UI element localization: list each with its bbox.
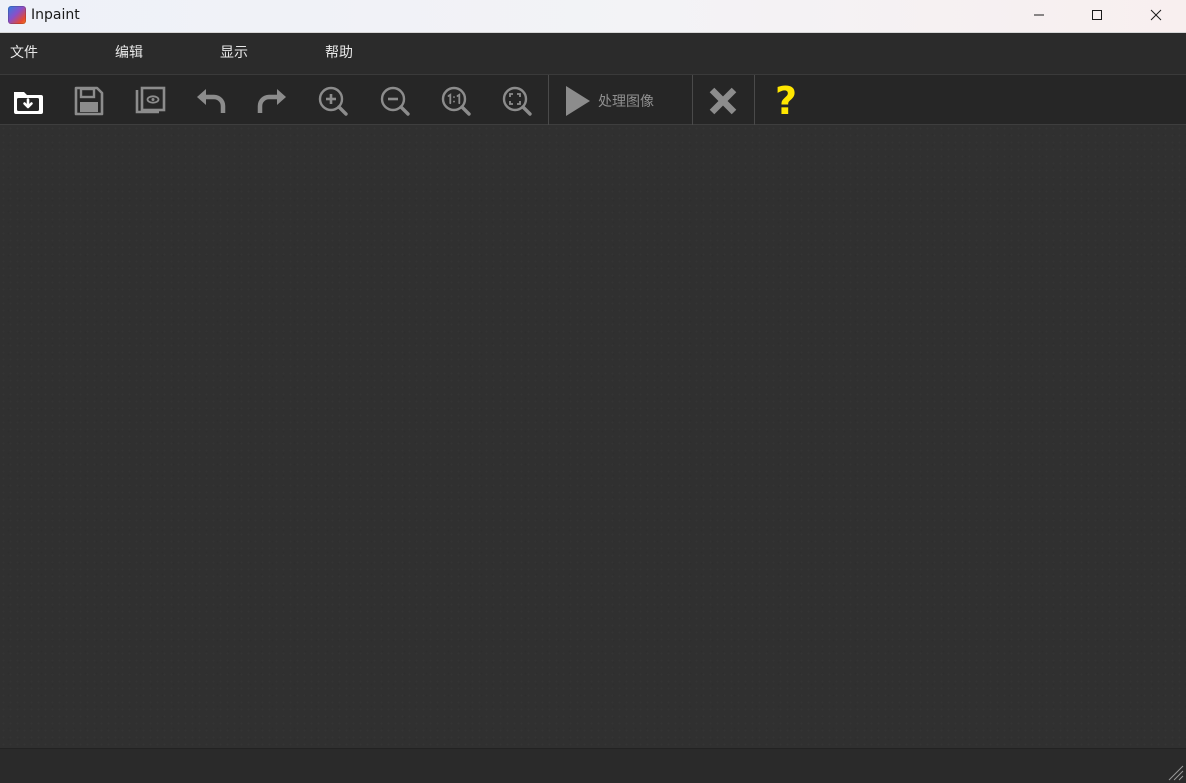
zoom-out-button[interactable]	[375, 81, 415, 121]
maximize-button[interactable]	[1067, 0, 1126, 30]
resize-grip-icon[interactable]	[1166, 763, 1184, 781]
help-button[interactable]: ?	[766, 81, 806, 121]
app-icon	[8, 6, 26, 24]
zoom-fit-icon	[502, 86, 532, 116]
process-image-label: 处理图像	[598, 94, 654, 110]
minimize-icon	[1033, 14, 1044, 16]
menu-bar: 文件 编辑 显示 帮助	[0, 33, 1186, 74]
minimize-button[interactable]	[1009, 0, 1068, 30]
window-title: Inpaint	[31, 7, 80, 23]
zoom-out-icon	[380, 86, 410, 116]
close-icon	[1150, 9, 1161, 21]
process-image-button[interactable]: 处理图像	[560, 81, 686, 121]
status-bar	[0, 748, 1186, 783]
cancel-button[interactable]	[703, 81, 743, 121]
undo-button[interactable]	[191, 81, 231, 121]
open-folder-icon	[14, 92, 43, 114]
zoom-1-1-icon	[441, 86, 471, 116]
close-button[interactable]	[1126, 0, 1185, 30]
image-canvas[interactable]	[0, 125, 1186, 748]
undo-icon	[197, 89, 226, 113]
toolbar-separator	[548, 75, 549, 125]
preview-icon	[135, 86, 166, 114]
maximize-icon	[1091, 10, 1102, 20]
redo-button[interactable]	[252, 81, 292, 121]
menu-file[interactable]: 文件	[10, 44, 38, 62]
menu-edit[interactable]: 编辑	[115, 44, 143, 62]
toolbar-separator	[754, 75, 755, 125]
app-window: Inpaint 文件 编辑 显示 帮助 处理图像 ?	[0, 0, 1186, 783]
zoom-in-button[interactable]	[313, 81, 353, 121]
preview-button[interactable]	[130, 81, 170, 121]
toolbar-separator	[692, 75, 693, 125]
toolbar: 处理图像 ?	[0, 74, 1186, 125]
title-bar[interactable]: Inpaint	[0, 0, 1186, 33]
zoom-actual-size-button[interactable]	[436, 81, 476, 121]
save-icon	[74, 86, 104, 116]
play-icon	[566, 86, 590, 116]
cancel-x-icon	[709, 87, 737, 115]
zoom-fit-button[interactable]	[497, 81, 537, 121]
help-question-icon: ?	[774, 79, 798, 123]
menu-view[interactable]: 显示	[220, 44, 248, 62]
save-button[interactable]	[69, 81, 109, 121]
open-button[interactable]	[8, 81, 48, 121]
zoom-in-icon	[318, 86, 348, 116]
redo-icon	[257, 89, 286, 113]
menu-help[interactable]: 帮助	[325, 44, 353, 62]
